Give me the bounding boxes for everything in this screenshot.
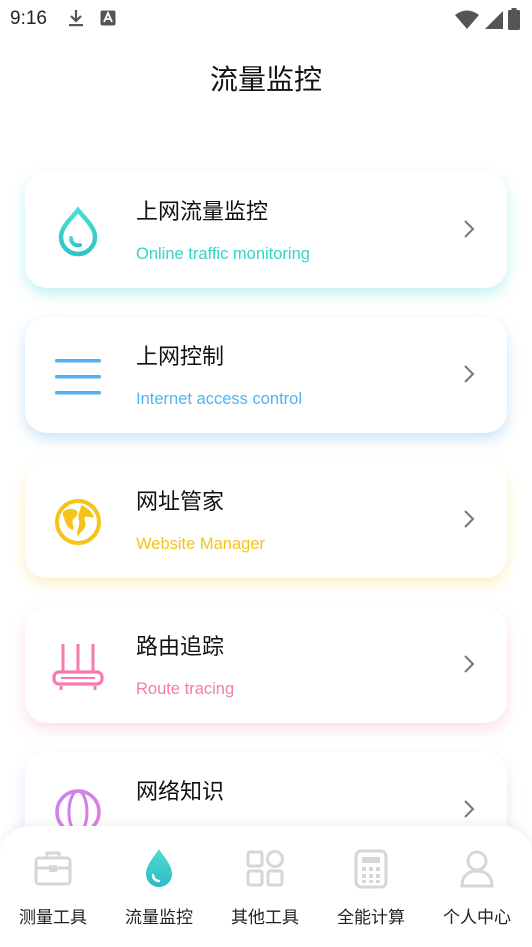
nav-item-measurement-tools[interactable]: 测量工具 <box>0 826 106 936</box>
water-drop-icon <box>51 205 105 259</box>
nav-label: 测量工具 <box>19 908 87 928</box>
nav-label: 流量监控 <box>125 908 193 928</box>
card-subtitle: Online traffic monitoring <box>136 245 310 263</box>
nav-item-traffic-monitoring[interactable]: 流量监控 <box>106 826 212 936</box>
battery-icon <box>508 8 520 34</box>
card-title: 网络知识 <box>136 780 225 805</box>
card-subtitle: Internet access control <box>136 390 302 408</box>
chevron-right-icon <box>463 654 475 678</box>
chevron-right-icon <box>463 509 475 533</box>
nav-label: 全能计算 <box>337 908 405 928</box>
card-title: 上网流量监控 <box>136 200 269 225</box>
menu-lines-icon <box>51 350 105 404</box>
globe-americas-icon <box>51 495 105 549</box>
nav-item-personal-center[interactable]: 个人中心 <box>424 826 530 936</box>
bottom-nav: 测量工具 流量监控 其他工具 全能计算 个人中心 <box>0 826 532 947</box>
calculator-icon <box>352 848 390 890</box>
nav-label: 个人中心 <box>443 908 511 928</box>
card-traffic-monitoring[interactable]: 上网流量监控 Online traffic monitoring <box>25 172 507 288</box>
card-website-manager[interactable]: 网址管家 Website Manager <box>25 462 507 578</box>
card-title: 网址管家 <box>136 490 225 515</box>
accessibility-a-icon <box>100 10 116 30</box>
card-route-tracing[interactable]: 路由追踪 Route tracing <box>25 607 507 723</box>
signal-icon <box>484 10 504 34</box>
download-icon <box>66 8 86 32</box>
water-drop-icon <box>140 848 178 890</box>
person-icon <box>458 848 496 890</box>
card-title: 上网控制 <box>136 345 225 370</box>
chevron-right-icon <box>463 364 475 388</box>
status-time: 9:16 <box>10 8 47 29</box>
grid-apps-icon <box>246 848 284 890</box>
chevron-right-icon <box>463 799 475 823</box>
nav-label: 其他工具 <box>231 908 299 928</box>
card-subtitle: Route tracing <box>136 680 235 698</box>
wifi-icon <box>454 10 480 34</box>
router-icon <box>51 640 105 694</box>
nav-item-calculator[interactable]: 全能计算 <box>318 826 424 936</box>
card-internet-access-control[interactable]: 上网控制 Internet access control <box>25 317 507 433</box>
status-bar: 9:16 <box>0 0 532 36</box>
chevron-right-icon <box>463 219 475 243</box>
card-subtitle: Website Manager <box>136 535 266 553</box>
nav-item-other-tools[interactable]: 其他工具 <box>212 826 318 936</box>
page-title: 流量监控 <box>209 63 322 96</box>
card-title: 路由追踪 <box>136 635 225 660</box>
toolbox-icon <box>34 848 72 890</box>
